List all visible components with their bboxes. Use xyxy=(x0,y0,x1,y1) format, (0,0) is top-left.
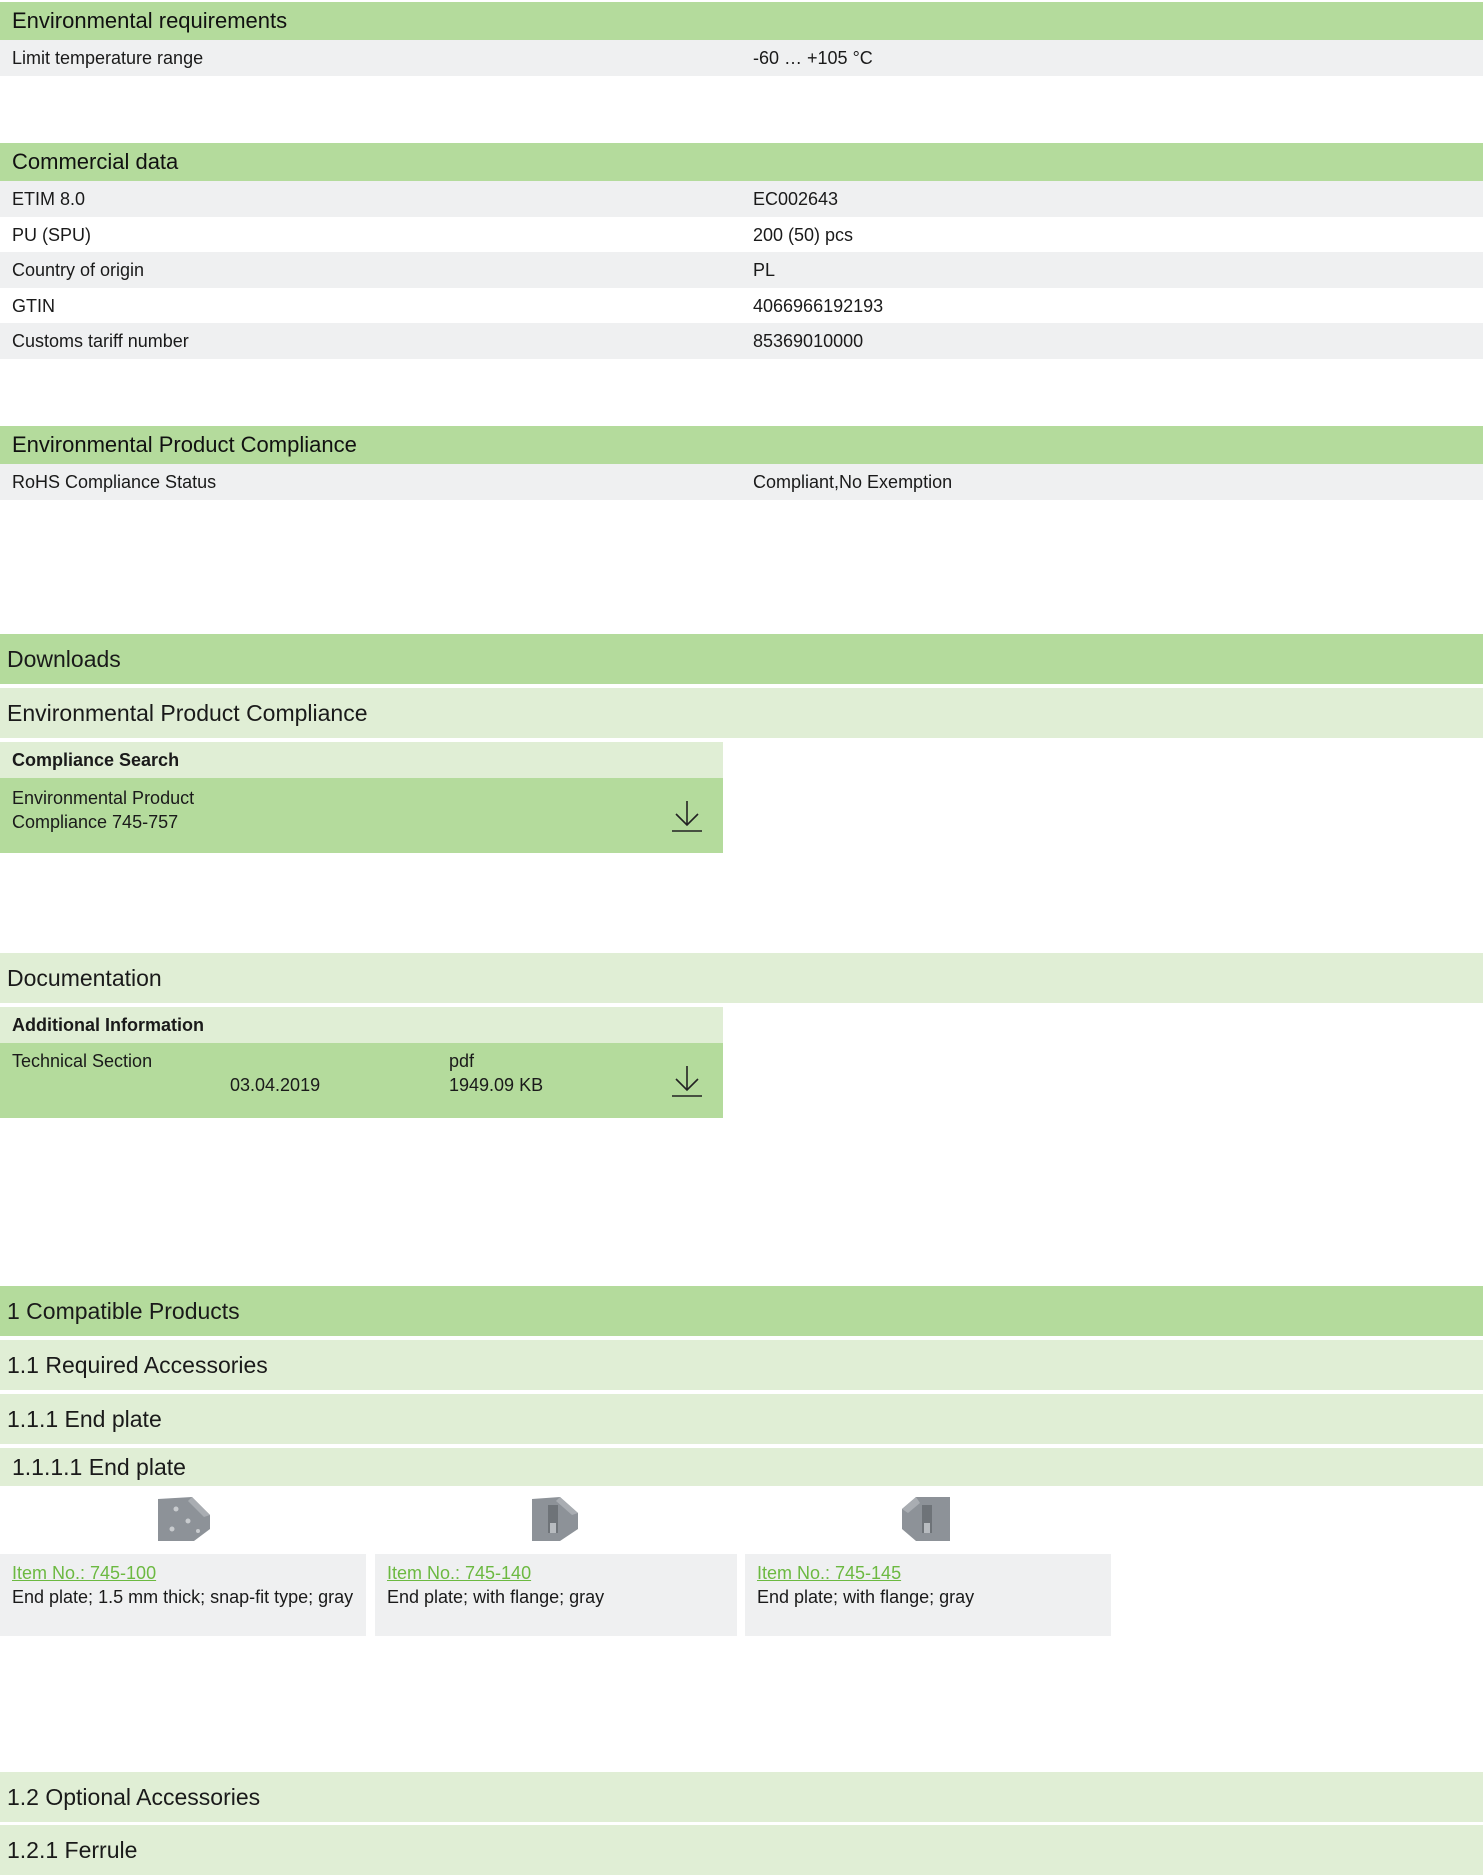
section-title: 1 Compatible Products xyxy=(7,1297,240,1324)
product-card: Item No.: 745-100 End plate; 1.5 mm thic… xyxy=(0,1554,366,1636)
item-number-link[interactable]: Item No.: 745-100 xyxy=(12,1561,354,1585)
row-value: 85369010000 xyxy=(753,330,864,351)
environmental-product-compliance-header: Environmental Product Compliance xyxy=(0,426,1483,464)
end-plate-subgroup-subheader: 1.1.1.1 End plate xyxy=(0,1448,1483,1486)
compliance-search-header: Compliance Search xyxy=(0,742,723,778)
download-item-name: Technical Section xyxy=(12,1051,153,1071)
subsection-title: 1.1.1.1 End plate xyxy=(12,1453,186,1480)
compatible-products-header: 1 Compatible Products xyxy=(0,1286,1483,1336)
download-item-type: pdf xyxy=(449,1051,475,1071)
row-label: Customs tariff number xyxy=(12,330,189,351)
box-title: Compliance Search xyxy=(12,749,180,770)
table-row: Customs tariff number 85369010000 xyxy=(0,323,1483,359)
ferrule-group-subheader: 1.2.1 Ferrule xyxy=(0,1825,1483,1875)
item-description: End plate; with flange; gray xyxy=(757,1587,975,1607)
subsection-title: 1.2 Optional Accessories xyxy=(7,1783,261,1810)
download-item-date: 03.04.2019 xyxy=(230,1075,321,1095)
required-accessories-subheader: 1.1 Required Accessories xyxy=(0,1340,1483,1390)
table-row: RoHS Compliance Status Compliant,No Exem… xyxy=(0,464,1483,500)
subsection-title: 1.2.1 Ferrule xyxy=(7,1836,138,1863)
table-row: PU (SPU) 200 (50) pcs xyxy=(0,217,1483,253)
end-plate-group-subheader: 1.1.1 End plate xyxy=(0,1394,1483,1444)
downloads-header: Downloads xyxy=(0,634,1483,684)
table-row: ETIM 8.0 EC002643 xyxy=(0,181,1483,217)
row-label: Country of origin xyxy=(12,259,145,280)
download-item-line2: Compliance 745-757 xyxy=(12,812,179,832)
subsection-title: 1.1.1 End plate xyxy=(7,1405,162,1432)
row-value: PL xyxy=(753,259,776,280)
table-row: Country of origin PL xyxy=(0,252,1483,288)
item-number-link[interactable]: Item No.: 745-140 xyxy=(387,1561,725,1585)
box-title: Additional Information xyxy=(12,1014,204,1035)
section-title: Downloads xyxy=(7,645,121,672)
subsection-title: Documentation xyxy=(7,964,162,991)
end-plate-thumbnail[interactable] xyxy=(528,1495,582,1543)
download-item-line1: Environmental Product xyxy=(12,788,195,808)
end-plate-thumbnail[interactable] xyxy=(900,1495,954,1543)
documentation-subheader: Documentation xyxy=(0,953,1483,1003)
section-title: Environmental Product Compliance xyxy=(12,432,357,457)
row-value: -60 … +105 °C xyxy=(753,47,873,68)
documentation-download-item[interactable]: Technical Section 03.04.2019 pdf 1949.09… xyxy=(0,1043,723,1118)
environmental-requirements-header: Environmental requirements xyxy=(0,2,1483,40)
section-title: Commercial data xyxy=(12,149,179,174)
row-label: Limit temperature range xyxy=(12,47,204,68)
item-description: End plate; 1.5 mm thick; snap-fit type; … xyxy=(12,1587,354,1607)
download-icon[interactable] xyxy=(670,799,704,833)
row-label: RoHS Compliance Status xyxy=(12,471,217,492)
row-label: GTIN xyxy=(12,295,55,316)
product-card: Item No.: 745-145 End plate; with flange… xyxy=(745,1554,1111,1636)
subsection-title: Environmental Product Compliance xyxy=(7,699,368,726)
downloads-compliance-subheader: Environmental Product Compliance xyxy=(0,688,1483,738)
compliance-download-item[interactable]: Environmental Product Compliance 745-757 xyxy=(0,778,723,853)
table-row: Limit temperature range -60 … +105 °C xyxy=(0,40,1483,76)
row-value: 4066966192193 xyxy=(753,295,884,316)
product-card: Item No.: 745-140 End plate; with flange… xyxy=(375,1554,737,1636)
row-label: PU (SPU) xyxy=(12,224,92,245)
download-item-size: 1949.09 KB xyxy=(449,1075,544,1095)
download-item-title: Environmental Product Compliance 745-757 xyxy=(12,786,194,834)
row-value: EC002643 xyxy=(753,188,839,209)
optional-accessories-subheader: 1.2 Optional Accessories xyxy=(0,1772,1483,1822)
section-title: Environmental requirements xyxy=(12,8,288,33)
download-icon[interactable] xyxy=(670,1064,704,1098)
table-row: GTIN 4066966192193 xyxy=(0,288,1483,324)
subsection-title: 1.1 Required Accessories xyxy=(7,1351,268,1378)
additional-information-header: Additional Information xyxy=(0,1007,723,1043)
row-value: 200 (50) pcs xyxy=(753,224,854,245)
item-number-link[interactable]: Item No.: 745-145 xyxy=(757,1561,1099,1585)
item-description: End plate; with flange; gray xyxy=(387,1587,605,1607)
row-label: ETIM 8.0 xyxy=(12,188,86,209)
end-plate-thumbnail[interactable] xyxy=(154,1495,214,1543)
commercial-data-header: Commercial data xyxy=(0,143,1483,181)
row-value: Compliant,No Exemption xyxy=(753,471,953,492)
